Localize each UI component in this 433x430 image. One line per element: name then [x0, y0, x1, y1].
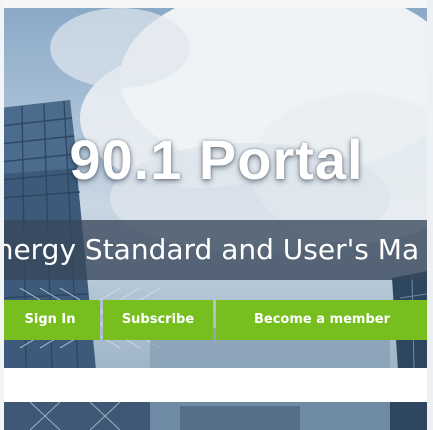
buildings-strip-image [0, 402, 433, 430]
white-divider-band [0, 368, 433, 402]
frame-top-edge [0, 0, 433, 8]
become-member-button[interactable]: Become a member [216, 300, 428, 340]
portal-banner: 90.1 Portal Energy Standard and User's M… [0, 0, 433, 430]
bottom-image-strip [0, 402, 433, 430]
sign-in-button[interactable]: Sign In [0, 300, 100, 340]
frame-right-edge [427, 0, 433, 430]
action-button-bar: Sign In Subscribe Become a member [0, 300, 433, 340]
frame-left-edge [0, 0, 4, 430]
subscribe-button[interactable]: Subscribe [103, 300, 213, 340]
subtitle-bar: Energy Standard and User's Ma [0, 220, 433, 280]
page-subtitle: Energy Standard and User's Ma [0, 233, 420, 266]
page-title: 90.1 Portal [69, 128, 364, 191]
